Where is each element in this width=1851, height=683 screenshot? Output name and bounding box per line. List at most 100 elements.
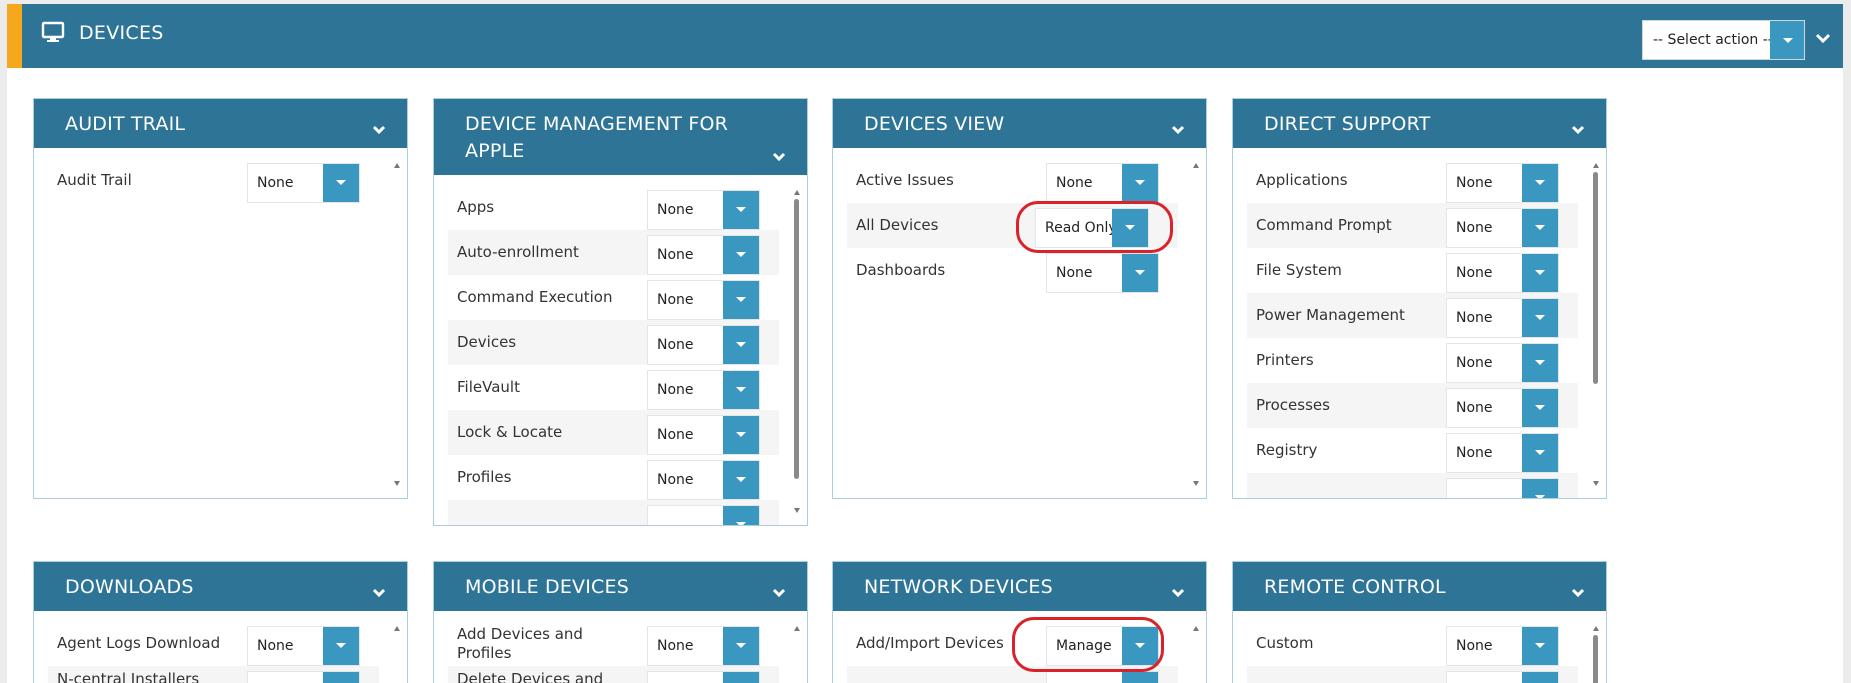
scroll-down-icon[interactable] — [1593, 481, 1599, 486]
permission-select[interactable]: None — [1446, 433, 1559, 473]
chevron-down-icon[interactable] — [323, 164, 359, 202]
scroll-up-icon[interactable] — [394, 163, 400, 168]
permission-select[interactable]: None — [247, 163, 360, 203]
permission-select[interactable]: None — [647, 235, 760, 275]
scroll-up-icon[interactable] — [1193, 163, 1199, 168]
permission-select[interactable]: None — [647, 280, 760, 320]
scroll-up-icon[interactable] — [394, 626, 400, 631]
panel-header[interactable]: DIRECT SUPPORT — [1233, 99, 1606, 148]
chevron-down-icon[interactable] — [1522, 389, 1558, 427]
scrollbar[interactable] — [391, 611, 403, 683]
permission-select[interactable]: None — [647, 325, 760, 365]
chevron-down-icon[interactable] — [1170, 124, 1186, 136]
chevron-down-icon[interactable] — [323, 627, 359, 665]
chevron-down-icon[interactable] — [723, 326, 759, 364]
chevron-down-icon[interactable] — [1570, 124, 1586, 136]
panel-header[interactable]: DEVICES VIEW — [833, 99, 1206, 148]
chevron-down-icon[interactable] — [1122, 254, 1158, 292]
permission-select[interactable]: None — [1446, 163, 1559, 203]
permission-select[interactable]: None — [1446, 253, 1559, 293]
permission-select[interactable]: None — [1446, 626, 1559, 666]
chevron-down-icon[interactable] — [1522, 344, 1558, 382]
chevron-down-icon[interactable] — [1522, 479, 1558, 498]
permission-select[interactable] — [647, 671, 760, 683]
permission-select[interactable] — [1046, 671, 1159, 683]
scroll-thumb[interactable] — [1593, 172, 1598, 384]
scrollbar[interactable] — [1590, 611, 1602, 683]
permission-select[interactable]: None — [647, 460, 760, 500]
scroll-up-icon[interactable] — [1593, 163, 1599, 168]
chevron-down-icon[interactable] — [723, 672, 759, 683]
panel-header[interactable]: AUDIT TRAIL — [34, 99, 407, 148]
chevron-down-icon[interactable] — [723, 461, 759, 499]
permission-select[interactable]: None — [1046, 253, 1159, 293]
scrollbar[interactable] — [1190, 148, 1202, 498]
panel-header[interactable]: MOBILE DEVICES — [434, 562, 807, 611]
scroll-down-icon[interactable] — [1193, 481, 1199, 486]
scroll-down-icon[interactable] — [394, 481, 400, 486]
chevron-down-icon[interactable] — [771, 587, 787, 599]
panel-title: DEVICES VIEW — [864, 113, 1005, 135]
panel-header[interactable]: REMOTE CONTROL — [1233, 562, 1606, 611]
permission-row: Agent Logs Download None — [48, 621, 379, 666]
scrollbar[interactable] — [391, 148, 403, 498]
chevron-down-icon[interactable] — [1522, 299, 1558, 337]
chevron-down-icon[interactable] — [771, 151, 787, 163]
permission-select[interactable]: None — [247, 626, 360, 666]
chevron-down-icon[interactable] — [723, 191, 759, 229]
chevron-down-icon[interactable] — [723, 371, 759, 409]
permission-select[interactable] — [647, 505, 760, 525]
permission-select[interactable]: None — [1046, 163, 1159, 203]
scrollbar[interactable] — [791, 611, 803, 683]
scroll-up-icon[interactable] — [794, 626, 800, 631]
chevron-down-icon[interactable] — [1122, 672, 1158, 683]
permission-select[interactable]: None — [647, 190, 760, 230]
panel-header[interactable]: DOWNLOADS — [34, 562, 407, 611]
devices-header-bar: DEVICES -- Select action -- — [7, 4, 1843, 68]
permission-select[interactable]: None — [1446, 388, 1559, 428]
panel-header[interactable]: NETWORK DEVICES — [833, 562, 1206, 611]
permission-value: None — [1456, 445, 1493, 461]
chevron-down-icon[interactable] — [723, 506, 759, 525]
chevron-down-icon[interactable] — [1770, 21, 1804, 59]
chevron-down-icon[interactable] — [1522, 434, 1558, 472]
scroll-up-icon[interactable] — [1593, 626, 1599, 631]
scroll-thumb[interactable] — [1593, 635, 1598, 683]
chevron-down-icon[interactable] — [1522, 254, 1558, 292]
chevron-down-icon[interactable] — [723, 416, 759, 454]
permission-select[interactable]: None — [647, 370, 760, 410]
scroll-up-icon[interactable] — [1193, 626, 1199, 631]
chevron-down-icon[interactable] — [723, 236, 759, 274]
permission-select[interactable] — [247, 671, 360, 683]
scroll-thumb[interactable] — [794, 199, 799, 479]
chevron-down-icon[interactable] — [371, 124, 387, 136]
scrollbar[interactable] — [791, 175, 803, 525]
scrollbar[interactable] — [1190, 611, 1202, 683]
scrollbar[interactable] — [1590, 148, 1602, 498]
chevron-down-icon[interactable] — [1122, 164, 1158, 202]
permission-select[interactable]: None — [1446, 298, 1559, 338]
scroll-up-icon[interactable] — [794, 190, 800, 195]
permission-select[interactable] — [1446, 671, 1559, 683]
chevron-down-icon[interactable] — [1522, 672, 1558, 683]
permission-label: Add/Import Devices — [856, 634, 1004, 652]
select-action-dropdown[interactable]: -- Select action -- — [1642, 20, 1805, 60]
panel-header[interactable]: DEVICE MANAGEMENT FOR APPLE — [434, 99, 807, 175]
collapse-chevron-icon[interactable] — [1812, 28, 1834, 48]
chevron-down-icon[interactable] — [723, 627, 759, 665]
scroll-down-icon[interactable] — [794, 508, 800, 513]
permission-select[interactable]: None — [647, 626, 760, 666]
permission-select[interactable] — [1446, 478, 1559, 498]
chevron-down-icon[interactable] — [371, 587, 387, 599]
chevron-down-icon[interactable] — [1522, 164, 1558, 202]
chevron-down-icon[interactable] — [1570, 587, 1586, 599]
permission-select[interactable]: None — [647, 415, 760, 455]
chevron-down-icon[interactable] — [723, 281, 759, 319]
permission-select[interactable]: None — [1446, 208, 1559, 248]
chevron-down-icon[interactable] — [1522, 209, 1558, 247]
chevron-down-icon[interactable] — [1522, 627, 1558, 665]
permission-select[interactable]: None — [1446, 343, 1559, 383]
chevron-down-icon[interactable] — [1170, 587, 1186, 599]
chevron-down-icon[interactable] — [323, 672, 359, 683]
permission-label: Audit Trail — [57, 171, 132, 189]
